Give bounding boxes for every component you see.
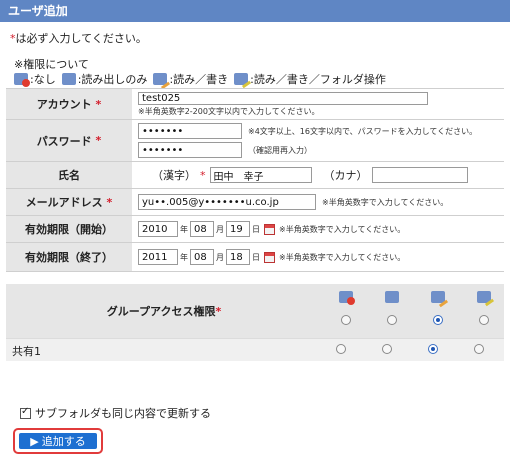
name-kana-input[interactable] — [371, 167, 468, 183]
legend-none-label: :なし — [30, 73, 56, 86]
required-note-text: は必ず入力してください。 — [15, 32, 147, 45]
name-row: 氏名 （漢字） * （カナ） — [6, 162, 504, 189]
end-year-input[interactable] — [138, 249, 178, 265]
add-button[interactable]: ▶ 追加する — [19, 433, 97, 449]
account-required-star: * — [95, 97, 102, 111]
required-note: *は必ず入力してください。 — [10, 30, 147, 46]
group-access-required-star: * — [215, 304, 222, 318]
end-month-unit: 月 — [216, 252, 224, 262]
password-hint: ※4文字以上、16文字以内で、パスワードを入力してください。 — [248, 126, 478, 136]
group-access-title: グループアクセス権限 * — [6, 284, 322, 338]
email-label: メールアドレス * — [6, 189, 132, 215]
email-row: メールアドレス * ※半角英数字で入力してください。 — [6, 189, 504, 216]
add-button-label: 追加する — [41, 435, 86, 448]
subfolder-checkbox[interactable] — [20, 406, 31, 419]
start-date-row: 有効期限（開始） 年 月 日 ※半角英数字で入力してください。 — [6, 216, 504, 243]
email-hint: ※半角英数字で入力してください。 — [322, 197, 449, 207]
name-label: 氏名 — [6, 162, 132, 188]
end-month-input[interactable] — [190, 249, 214, 265]
read-only-icon — [385, 291, 399, 303]
start-date-hint: ※半角英数字で入力してください。 — [279, 224, 406, 234]
read-write-icon — [431, 291, 445, 303]
group-access-title-text: グループアクセス権限 — [106, 305, 216, 318]
start-date-label: 有効期限（開始） — [6, 216, 132, 242]
none-icon — [14, 73, 30, 87]
group-default-radio-read-write[interactable] — [433, 315, 443, 325]
name-kanji-input[interactable] — [209, 167, 312, 183]
account-hint: ※半角英数字2-200文字以内で入力してください。 — [138, 106, 320, 116]
legend-rwf-label: :読み／書き／フォルダ操作 — [250, 73, 386, 86]
start-year-unit: 年 — [180, 224, 188, 234]
password-required-star: * — [95, 134, 102, 147]
group-access-section: グループアクセス権限 * — [6, 284, 504, 338]
end-year-unit: 年 — [180, 252, 188, 262]
kanji-label: （漢字） — [152, 169, 196, 182]
password-row: パスワード * ※4文字以上、16文字以内で、パスワードを入力してください。 （… — [6, 120, 504, 162]
share-radio-read[interactable] — [382, 344, 392, 354]
share-row: 共有1 — [6, 338, 504, 361]
read-only-icon — [61, 73, 76, 85]
share-radio-read-write-folder[interactable] — [474, 344, 484, 354]
start-day-unit: 日 — [252, 224, 260, 234]
end-day-input[interactable] — [226, 249, 250, 265]
password-confirm-input[interactable] — [138, 142, 242, 158]
email-input[interactable] — [138, 194, 316, 210]
permissions-legend: :なし :読み出しのみ :読み／書き :読み／書き／フォルダ操作 — [14, 71, 386, 87]
email-required-star: * — [106, 195, 113, 209]
play-arrow-icon: ▶ — [30, 434, 39, 448]
account-row: アカウント * ※半角英数字2-200文字以内で入力してください。 — [6, 89, 504, 120]
password-label-text: パスワード — [36, 134, 92, 148]
end-date-label: 有効期限（終了） — [6, 243, 132, 271]
kana-label: （カナ） — [323, 169, 368, 182]
end-date-row: 有効期限（終了） 年 月 日 ※半角英数字で入力してください。 — [6, 243, 504, 272]
add-button-highlight: ▶ 追加する — [13, 428, 103, 454]
start-year-input[interactable] — [138, 221, 178, 237]
end-day-unit: 日 — [252, 252, 260, 262]
permissions-heading: ※権限について — [14, 58, 89, 71]
password-confirm-hint: （確認用再入力） — [248, 145, 312, 155]
calendar-icon[interactable] — [264, 251, 275, 263]
group-default-radio-read-write-folder[interactable] — [479, 315, 489, 325]
name-required-star: * — [200, 168, 206, 182]
dialog-title: ユーザ追加 — [0, 0, 510, 22]
group-default-radio-read[interactable] — [387, 315, 397, 325]
none-icon — [339, 291, 355, 305]
password-input[interactable] — [138, 123, 242, 139]
subfolder-label: サブフォルダも同じ内容で更新する — [35, 407, 211, 420]
group-default-radio-none[interactable] — [341, 315, 351, 325]
legend-read-label: :読み出しのみ — [77, 73, 148, 86]
read-write-folder-icon — [477, 291, 491, 303]
email-label-text: メールアドレス — [25, 196, 103, 209]
share-radio-read-write[interactable] — [428, 344, 438, 354]
subfolder-option[interactable]: サブフォルダも同じ内容で更新する — [20, 405, 211, 421]
calendar-icon[interactable] — [264, 223, 275, 235]
account-label: アカウント * — [6, 89, 132, 119]
end-date-hint: ※半角英数字で入力してください。 — [279, 252, 406, 262]
start-month-unit: 月 — [216, 224, 224, 234]
password-label: パスワード * — [6, 120, 132, 161]
account-label-text: アカウント — [36, 98, 92, 111]
start-day-input[interactable] — [226, 221, 250, 237]
share-radio-none[interactable] — [336, 344, 346, 354]
share-name: 共有1 — [12, 345, 41, 358]
read-write-icon — [153, 73, 168, 85]
account-input[interactable] — [138, 91, 428, 105]
legend-rw-label: :読み／書き — [169, 73, 229, 86]
user-form: アカウント * ※半角英数字2-200文字以内で入力してください。 パスワード … — [6, 88, 504, 272]
read-write-folder-icon — [234, 73, 249, 85]
start-month-input[interactable] — [190, 221, 214, 237]
